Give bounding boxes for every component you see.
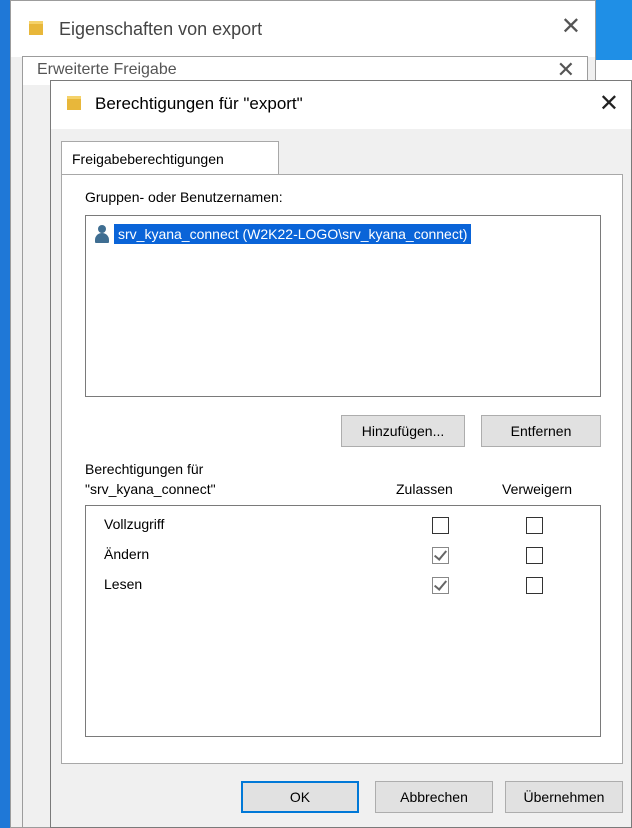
properties-titlebar: Eigenschaften von export ✕	[11, 1, 595, 57]
folder-icon	[29, 21, 43, 35]
perm-full-control-allow-checkbox[interactable]	[432, 517, 449, 534]
perm-full-control-label: Vollzugriff	[104, 516, 165, 532]
properties-title: Eigenschaften von export	[59, 19, 263, 39]
share-permissions-panel: Gruppen- oder Benutzernamen: srv_kyana_c…	[61, 174, 623, 764]
permissions-window: Berechtigungen für "export" ✕ Freigabebe…	[50, 80, 632, 828]
column-allow: Zulassen	[396, 481, 453, 497]
tab-share-permissions[interactable]: Freigabeberechtigungen	[61, 141, 279, 175]
close-icon[interactable]: ✕	[561, 15, 581, 39]
perm-change-allow-checkbox[interactable]	[432, 547, 449, 564]
user-icon	[94, 224, 110, 244]
perm-change-deny-checkbox[interactable]	[526, 547, 543, 564]
permissions-listbox: Vollzugriff Ändern Lesen	[85, 505, 601, 737]
permissions-label-line1: Berechtigungen für	[85, 461, 204, 477]
perm-full-control-deny-checkbox[interactable]	[526, 517, 543, 534]
close-icon[interactable]: ✕	[557, 59, 575, 81]
groups-listbox[interactable]: srv_kyana_connect (W2K22-LOGO\srv_kyana_…	[85, 215, 601, 397]
groups-label: Gruppen- oder Benutzernamen:	[85, 189, 283, 205]
remove-button[interactable]: Entfernen	[481, 415, 601, 447]
list-item[interactable]: srv_kyana_connect (W2K22-LOGO\srv_kyana_…	[94, 223, 472, 245]
close-icon[interactable]: ✕	[599, 92, 619, 116]
list-item-label: srv_kyana_connect (W2K22-LOGO\srv_kyana_…	[114, 224, 472, 244]
folder-icon	[67, 96, 81, 110]
perm-read-allow-checkbox[interactable]	[432, 577, 449, 594]
add-button[interactable]: Hinzufügen...	[341, 415, 465, 447]
permissions-title: Berechtigungen für "export"	[95, 94, 303, 113]
permissions-titlebar: Berechtigungen für "export" ✕	[51, 81, 631, 129]
advanced-sharing-title: Erweiterte Freigabe	[37, 61, 177, 78]
cancel-button[interactable]: Abbrechen	[375, 781, 493, 813]
perm-read-label: Lesen	[104, 576, 143, 592]
permissions-label-line2: "srv_kyana_connect"	[85, 481, 216, 497]
column-deny: Verweigern	[502, 481, 573, 497]
ok-button[interactable]: OK	[241, 781, 359, 813]
perm-change-label: Ändern	[104, 546, 150, 562]
apply-button[interactable]: Übernehmen	[505, 781, 623, 813]
desktop-edge-right	[596, 0, 632, 60]
perm-read-deny-checkbox[interactable]	[526, 577, 543, 594]
